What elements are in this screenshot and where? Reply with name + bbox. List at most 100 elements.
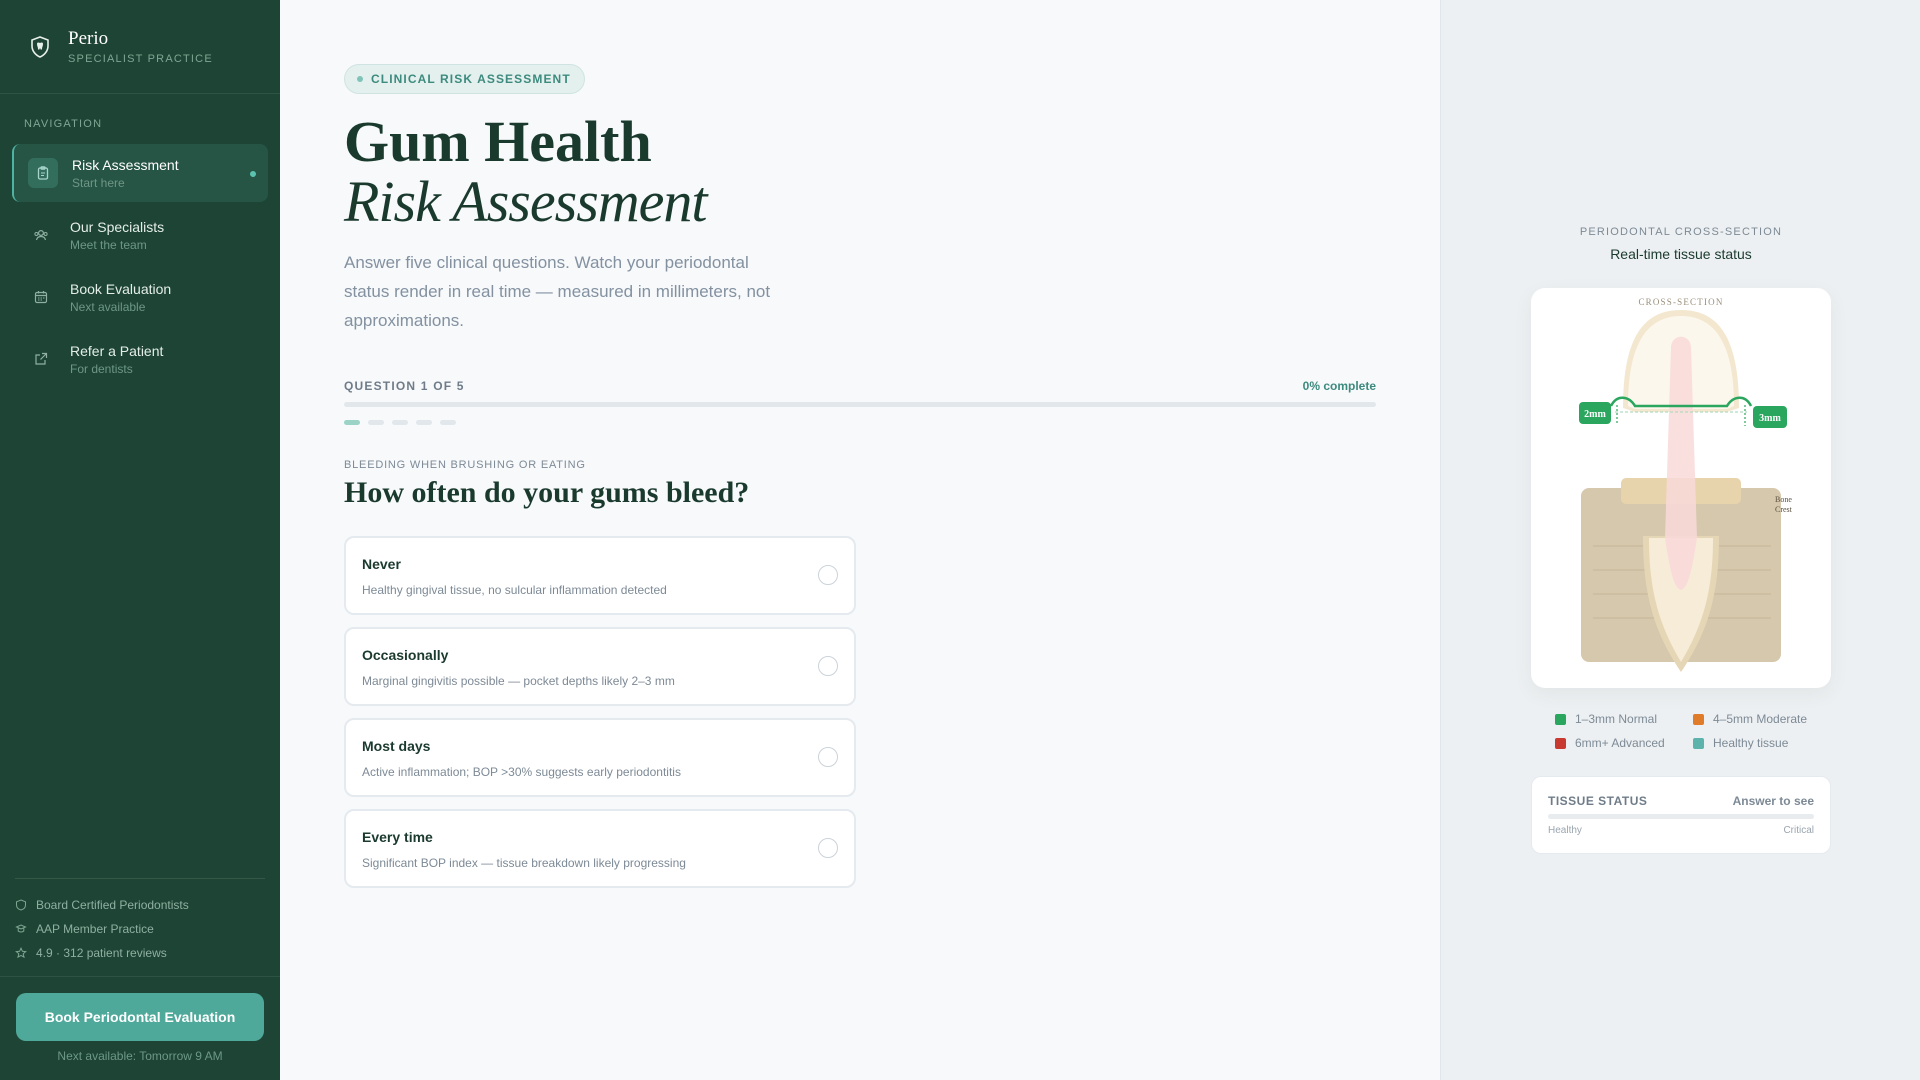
sidebar-item-title: Risk Assessment	[72, 156, 179, 173]
sidebar-item-subtitle: Next available	[70, 299, 146, 314]
page-title-italic: Risk Assessment	[344, 169, 708, 234]
trust-item: Board Certified Periodontists	[15, 893, 265, 917]
option-description: Significant BOP index — tissue breakdown…	[362, 856, 686, 870]
legend-swatch	[1555, 713, 1566, 725]
brand[interactable]: Perio SPECIALIST PRACTICE	[0, 0, 280, 94]
sidebar-item-title: Refer a Patient	[70, 342, 164, 359]
nav-label: NAVIGATION	[24, 118, 103, 130]
option-description: Healthy gingival tissue, no sulcular inf…	[362, 583, 667, 597]
legend-label: 1–3mm Normal	[1575, 712, 1658, 726]
bone-crest-label: Crest	[1775, 505, 1793, 514]
sidebar-item-our-specialists[interactable]: Our Specialists Meet the team	[12, 206, 268, 264]
right-depth-value: 3mm	[1759, 413, 1781, 424]
team-icon	[26, 220, 56, 250]
next-available-note: Next available: Tomorrow 9 AM	[57, 1049, 223, 1063]
radio-button[interactable]	[818, 656, 838, 676]
sidebar-item-book-evaluation[interactable]: Book Evaluation Next available	[12, 268, 268, 326]
step-indicator	[416, 420, 432, 425]
option-title: Every time	[362, 829, 433, 845]
sidebar-item-subtitle: Start here	[72, 175, 125, 190]
trust-item: AAP Member Practice	[15, 917, 265, 941]
sidebar-item-title: Book Evaluation	[70, 280, 172, 297]
sidebar: Perio SPECIALIST PRACTICE NAVIGATION Ris…	[0, 0, 280, 1080]
answer-options: Never Healthy gingival tissue, no sulcul…	[344, 536, 856, 900]
radio-button[interactable]	[818, 747, 838, 767]
legend-swatch	[1693, 737, 1704, 749]
answer-option-occasionally[interactable]: Occasionally Marginal gingivitis possibl…	[344, 627, 856, 706]
bone-crest-label: Bone	[1775, 495, 1792, 504]
step-indicator	[392, 420, 408, 425]
sidebar-footer: Book Periodontal Evaluation Next availab…	[0, 976, 280, 1063]
brand-tagline: SPECIALIST PRACTICE	[68, 53, 213, 65]
step-indicators	[344, 420, 464, 425]
book-evaluation-button[interactable]: Book Periodontal Evaluation	[16, 993, 264, 1041]
panel-title: Real-time tissue status	[1610, 246, 1752, 262]
progress-percentage: 0% complete	[1302, 379, 1376, 393]
legend-item: 1–3mm Normal	[1555, 712, 1695, 726]
cross-section-diagram: CROSS-SECTION Bone Crest 2mm 3mm	[1531, 288, 1831, 688]
legend-item: 6mm+ Advanced	[1555, 736, 1695, 750]
option-title: Never	[362, 556, 401, 572]
pill-dot	[357, 76, 363, 82]
sidebar-item-subtitle: For dentists	[70, 361, 133, 376]
tissue-status-min: Healthy	[1548, 825, 1582, 836]
tissue-status-bar	[1548, 814, 1814, 819]
trust-text: Board Certified Periodontists	[36, 898, 189, 912]
sidebar-nav: Risk Assessment Start here Our Specialis…	[12, 144, 268, 392]
radio-button[interactable]	[818, 838, 838, 858]
answer-option-most-days[interactable]: Most days Active inflammation; BOP >30% …	[344, 718, 856, 797]
legend-label: 4–5mm Moderate	[1713, 712, 1808, 726]
section-pill: CLINICAL RISK ASSESSMENT	[344, 64, 585, 94]
tissue-panel: PERIODONTAL CROSS-SECTION Real-time tiss…	[1440, 0, 1920, 1080]
answer-option-every-time[interactable]: Every time Significant BOP index — tissu…	[344, 809, 856, 888]
step-indicator	[344, 420, 360, 425]
sidebar-item-refer-a-patient[interactable]: Refer a Patient For dentists	[12, 330, 268, 388]
step-indicator	[440, 420, 456, 425]
question-category: BLEEDING WHEN BRUSHING OR EATING	[344, 459, 586, 471]
question-title: How often do your gums bleed?	[344, 476, 750, 509]
sidebar-item-subtitle: Meet the team	[70, 237, 147, 252]
option-description: Active inflammation; BOP >30% suggests e…	[362, 765, 681, 779]
shield-tooth-icon	[31, 35, 49, 58]
calendar-icon	[26, 282, 56, 312]
legend-label: Healthy tissue	[1713, 736, 1789, 750]
trust-text: AAP Member Practice	[36, 922, 154, 936]
option-description: Marginal gingivitis possible — pocket de…	[362, 674, 675, 688]
answer-option-never[interactable]: Never Healthy gingival tissue, no sulcul…	[344, 536, 856, 615]
pill-label: CLINICAL RISK ASSESSMENT	[371, 72, 571, 86]
progress-bar	[344, 402, 1376, 407]
diagram-caption: CROSS-SECTION	[1638, 297, 1723, 307]
left-depth-value: 2mm	[1584, 409, 1606, 420]
trust-item: 4.9 · 312 patient reviews	[15, 941, 265, 965]
tooth-cross-section: CROSS-SECTION Bone Crest 2mm 3mm	[1579, 297, 1793, 672]
legend-item: Healthy tissue	[1693, 736, 1833, 750]
option-title: Occasionally	[362, 647, 449, 663]
step-indicator	[368, 420, 384, 425]
page-title: Gum Health	[344, 109, 652, 174]
shield-icon	[16, 899, 26, 911]
external-link-icon	[26, 344, 56, 374]
page-lead: Answer five clinical questions. Watch yo…	[344, 253, 771, 330]
legend-swatch	[1693, 713, 1704, 725]
legend-label: 6mm+ Advanced	[1575, 736, 1665, 750]
tissue-status-card: TISSUE STATUS Answer to see Healthy Crit…	[1531, 776, 1831, 854]
sidebar-item-title: Our Specialists	[70, 218, 165, 235]
panel-eyebrow: PERIODONTAL CROSS-SECTION	[1579, 226, 1783, 238]
trust-text: 4.9 · 312 patient reviews	[36, 946, 167, 960]
question-counter: QUESTION 1 OF 5	[344, 379, 465, 393]
tissue-status-value: Answer to see	[1732, 794, 1814, 808]
clipboard-icon	[28, 158, 58, 188]
legend-item: 4–5mm Moderate	[1693, 712, 1833, 726]
active-indicator	[250, 171, 256, 177]
brand-name: Perio	[68, 28, 109, 49]
radio-button[interactable]	[818, 565, 838, 585]
tissue-status-max: Critical	[1783, 825, 1814, 836]
star-icon	[15, 947, 27, 959]
badge-icon	[15, 924, 27, 933]
main-content: CLINICAL RISK ASSESSMENT Gum Health Risk…	[280, 0, 1440, 1080]
tissue-status-label: TISSUE STATUS	[1548, 794, 1648, 808]
trust-badges: Board Certified Periodontists AAP Member…	[15, 878, 265, 965]
sidebar-item-risk-assessment[interactable]: Risk Assessment Start here	[12, 144, 268, 202]
legend-swatch	[1555, 737, 1566, 749]
option-title: Most days	[362, 738, 431, 754]
